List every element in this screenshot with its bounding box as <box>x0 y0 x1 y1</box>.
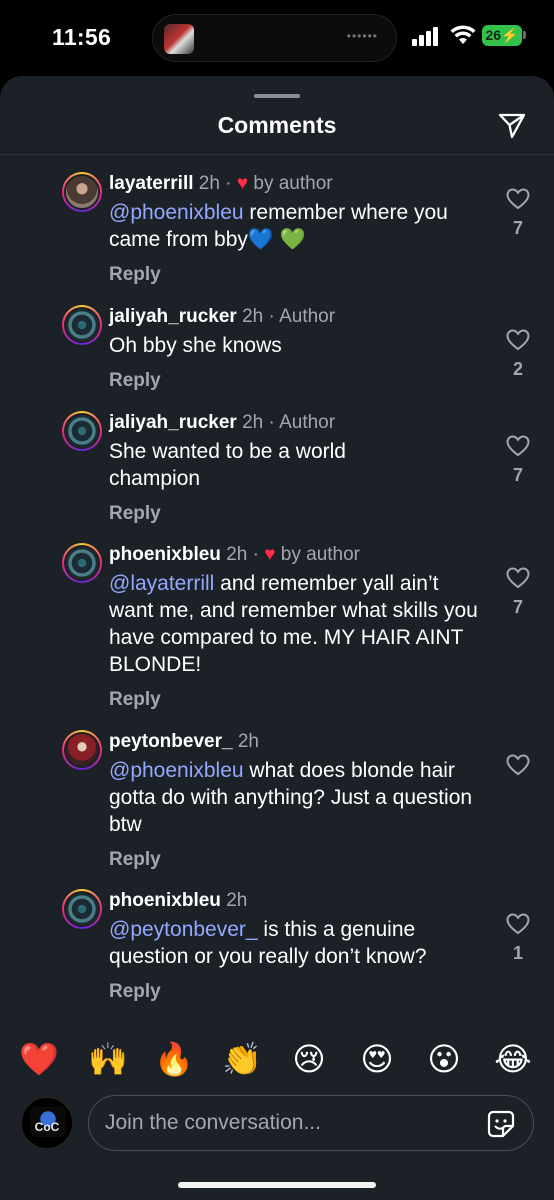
liked-by-author-tag: by author <box>280 544 361 565</box>
reply-button[interactable]: Reply <box>109 369 489 393</box>
mention-link[interactable]: @peytonbever_ <box>109 918 258 941</box>
current-user-avatar: CoC <box>20 1096 74 1150</box>
comment-meta: jaliyah_rucker 2h · Author <box>109 305 489 329</box>
reply-button[interactable]: Reply <box>109 263 489 287</box>
emoji-fire-button[interactable]: 🔥 <box>152 1034 196 1084</box>
avatar[interactable] <box>62 543 102 583</box>
sheet-title: Comments <box>217 112 337 138</box>
reply-button[interactable]: Reply <box>109 688 489 712</box>
comment-username[interactable]: jaliyah_rucker <box>109 412 237 433</box>
emoji-raised-hands-button[interactable]: 🙌 <box>86 1034 130 1084</box>
header-divider <box>0 154 554 155</box>
sheet-grabber-handle[interactable] <box>254 94 300 98</box>
comment-meta: phoenixbleu 2h <box>109 889 489 913</box>
dynamic-island[interactable]: •••••• <box>152 14 397 62</box>
comment-text: @phoenixbleu what does blonde hair gotta… <box>109 759 473 836</box>
meta-separator: · <box>268 412 275 433</box>
comment-text: Oh bby she knows <box>109 334 282 357</box>
author-tag: Author <box>279 306 336 327</box>
like-control[interactable]: 1 <box>503 913 533 964</box>
comment-input[interactable] <box>105 1096 475 1150</box>
comment-meta: phoenixbleu 2h · ♥ by author <box>109 543 489 567</box>
heart-outline-icon[interactable] <box>506 188 530 210</box>
comment-time: 2h <box>242 412 264 433</box>
comment-composer[interactable] <box>88 1095 534 1151</box>
comment-meta: jaliyah_rucker 2h · Author <box>109 411 489 435</box>
audio-waveform-icon: •••••• <box>346 29 378 43</box>
like-control[interactable]: 7 <box>503 435 533 486</box>
comment-text: @peytonbever_ is this a genuine question… <box>109 918 427 968</box>
battery-level: 26 <box>485 27 502 43</box>
avatar[interactable] <box>62 730 102 770</box>
liked-by-author-heart-icon: ♥ <box>236 173 249 194</box>
mention-link[interactable]: @phoenixbleu <box>109 201 244 224</box>
meta-separator: · <box>252 544 259 565</box>
mention-link[interactable]: @phoenixbleu <box>109 759 244 782</box>
like-control[interactable] <box>503 754 533 784</box>
mention-link[interactable]: @layaterrill <box>109 572 214 595</box>
comment-meta: peytonbever_ 2h <box>109 730 489 754</box>
comment-username[interactable]: peytonbever_ <box>109 731 233 752</box>
current-user-avatar-label: CoC <box>34 1120 60 1134</box>
emoji-crying-face-button[interactable]: 😢 <box>287 1034 331 1084</box>
heart-outline-icon[interactable] <box>506 567 530 589</box>
comment-text: She wanted to be a world champion <box>109 440 346 490</box>
comment-time: 2h <box>242 306 264 327</box>
reply-button[interactable]: Reply <box>109 848 489 872</box>
battery-tip <box>523 31 526 39</box>
liked-by-author-tag: by author <box>253 173 333 194</box>
emoji-red-heart-button[interactable]: ❤️ <box>17 1034 61 1084</box>
comment-username[interactable]: jaliyah_rucker <box>109 306 237 327</box>
like-control[interactable]: 7 <box>503 188 533 239</box>
like-control[interactable]: 7 <box>503 567 533 618</box>
heart-outline-icon[interactable] <box>506 754 530 776</box>
like-count: 7 <box>512 218 523 238</box>
like-count: 2 <box>512 359 523 379</box>
avatar[interactable] <box>62 411 102 451</box>
comment-time: 2h <box>226 544 248 565</box>
heart-outline-icon[interactable] <box>506 913 530 935</box>
emoji-reaction-bar: ❤️ 🙌 🔥 👏 😢 😍 😮 😂 <box>0 1034 554 1084</box>
comment-meta: layaterrill 2h · ♥ by author <box>109 172 489 196</box>
comment-username[interactable]: phoenixbleu <box>109 890 221 911</box>
comment-username[interactable]: layaterrill <box>109 173 194 194</box>
comment-time: 2h <box>226 890 248 911</box>
reply-button[interactable]: Reply <box>109 980 489 1004</box>
like-count: 7 <box>512 597 523 617</box>
author-tag: Author <box>279 412 336 433</box>
sticker-icon[interactable] <box>486 1109 516 1139</box>
heart-outline-icon[interactable] <box>506 435 530 457</box>
liked-by-author-heart-icon: ♥ <box>264 544 276 565</box>
comment-text: @layaterrill and remember yall ain’t wan… <box>109 572 478 676</box>
comment-time: 2h <box>237 731 259 752</box>
comment-time: 2h <box>198 173 220 194</box>
meta-separator: · <box>225 173 232 194</box>
share-send-icon[interactable] <box>497 110 527 140</box>
avatar[interactable] <box>62 889 102 929</box>
heart-outline-icon[interactable] <box>506 329 530 351</box>
wifi-icon <box>450 25 476 44</box>
like-count: 7 <box>512 465 523 485</box>
emoji-surprised-face-button[interactable]: 😮 <box>422 1034 466 1084</box>
avatar[interactable] <box>62 172 102 212</box>
emoji-clapping-hands-button[interactable]: 👏 <box>220 1034 264 1084</box>
cellular-signal-icon <box>412 26 442 46</box>
now-playing-thumbnail <box>164 24 194 54</box>
comment-text: @phoenixbleu remember where you came fro… <box>109 201 448 251</box>
like-count: 1 <box>512 943 523 963</box>
emoji-tears-of-joy-button[interactable]: 😂 <box>491 1034 535 1084</box>
status-time: 11:56 <box>52 24 112 50</box>
like-control[interactable]: 2 <box>503 329 533 380</box>
status-bar: 11:56 •••••• 26⚡ <box>0 0 554 76</box>
battery-icon: 26⚡ <box>482 25 522 46</box>
home-indicator[interactable] <box>178 1182 376 1188</box>
comment-username[interactable]: phoenixbleu <box>109 544 221 565</box>
reply-button[interactable]: Reply <box>109 502 489 526</box>
emoji-heart-eyes-button[interactable]: 😍 <box>355 1034 399 1084</box>
meta-separator: · <box>268 306 275 327</box>
avatar[interactable] <box>62 305 102 345</box>
